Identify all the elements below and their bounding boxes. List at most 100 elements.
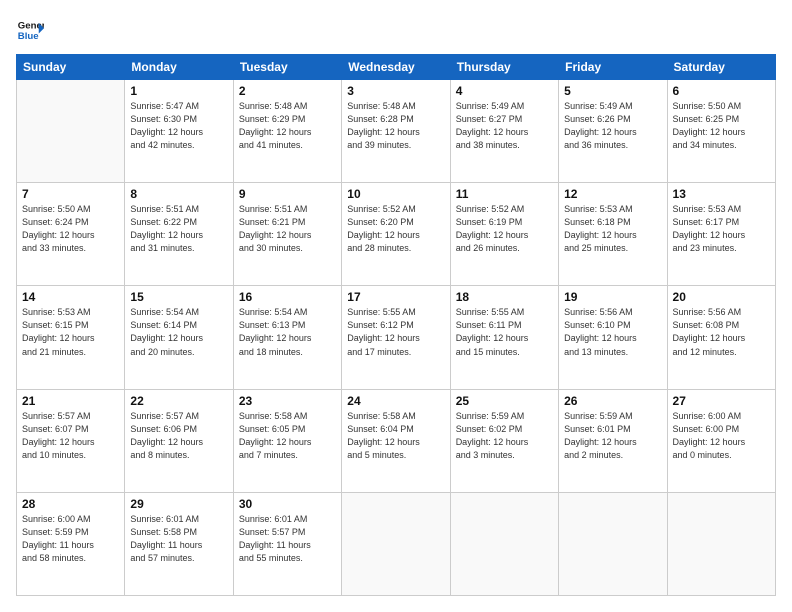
day-info: Sunrise: 5:47 AM Sunset: 6:30 PM Dayligh… [130,100,227,152]
day-info: Sunrise: 5:51 AM Sunset: 6:21 PM Dayligh… [239,203,336,255]
day-number: 24 [347,394,444,408]
day-info: Sunrise: 5:52 AM Sunset: 6:20 PM Dayligh… [347,203,444,255]
weekday-header-saturday: Saturday [667,55,775,80]
weekday-header-tuesday: Tuesday [233,55,341,80]
day-info: Sunrise: 5:53 AM Sunset: 6:17 PM Dayligh… [673,203,770,255]
calendar-cell: 17 Sunrise: 5:55 AM Sunset: 6:12 PM Dayli… [342,286,450,389]
calendar-week-row: 1 Sunrise: 5:47 AM Sunset: 6:30 PM Daylig… [17,80,776,183]
day-info: Sunrise: 5:50 AM Sunset: 6:25 PM Dayligh… [673,100,770,152]
day-number: 21 [22,394,119,408]
day-info: Sunrise: 5:48 AM Sunset: 6:28 PM Dayligh… [347,100,444,152]
day-number: 16 [239,290,336,304]
page: General Blue SundayMondayTuesdayWednesda… [0,0,792,612]
day-number: 28 [22,497,119,511]
calendar-cell [667,492,775,595]
calendar-cell: 22 Sunrise: 5:57 AM Sunset: 6:06 PM Dayli… [125,389,233,492]
day-info: Sunrise: 5:48 AM Sunset: 6:29 PM Dayligh… [239,100,336,152]
day-info: Sunrise: 5:57 AM Sunset: 6:07 PM Dayligh… [22,410,119,462]
calendar-cell: 19Sunrise: 5:56 AM Sunset: 6:10 PM Dayli… [559,286,667,389]
day-info: Sunrise: 5:53 AM Sunset: 6:18 PM Dayligh… [564,203,661,255]
day-number: 12 [564,187,661,201]
weekday-header-friday: Friday [559,55,667,80]
calendar-cell: 6 Sunrise: 5:50 AM Sunset: 6:25 PM Daylig… [667,80,775,183]
calendar-cell: 21 Sunrise: 5:57 AM Sunset: 6:07 PM Dayli… [17,389,125,492]
day-number: 4 [456,84,553,98]
header: General Blue [16,16,776,44]
day-info: Sunrise: 5:49 AM Sunset: 6:26 PM Dayligh… [564,100,661,152]
weekday-header-monday: Monday [125,55,233,80]
calendar-week-row: 14Sunrise: 5:53 AM Sunset: 6:15 PM Dayli… [17,286,776,389]
calendar-cell: 15 Sunrise: 5:54 AM Sunset: 6:14 PM Dayli… [125,286,233,389]
calendar-cell: 30 Sunrise: 6:01 AM Sunset: 5:57 PM Dayli… [233,492,341,595]
calendar-cell: 3 Sunrise: 5:48 AM Sunset: 6:28 PM Daylig… [342,80,450,183]
day-number: 9 [239,187,336,201]
calendar-cell [559,492,667,595]
day-info: Sunrise: 5:50 AM Sunset: 6:24 PM Dayligh… [22,203,119,255]
day-number: 20 [673,290,770,304]
day-info: Sunrise: 5:59 AM Sunset: 6:01 PM Dayligh… [564,410,661,462]
calendar-cell: 25 Sunrise: 5:59 AM Sunset: 6:02 PM Dayli… [450,389,558,492]
day-info: Sunrise: 5:58 AM Sunset: 6:04 PM Dayligh… [347,410,444,462]
day-info: Sunrise: 6:00 AM Sunset: 5:59 PM Dayligh… [22,513,119,565]
day-info: Sunrise: 6:01 AM Sunset: 5:57 PM Dayligh… [239,513,336,565]
day-info: Sunrise: 5:51 AM Sunset: 6:22 PM Dayligh… [130,203,227,255]
calendar-cell: 14Sunrise: 5:53 AM Sunset: 6:15 PM Dayli… [17,286,125,389]
day-info: Sunrise: 5:56 AM Sunset: 6:10 PM Dayligh… [564,306,661,358]
day-number: 2 [239,84,336,98]
day-number: 5 [564,84,661,98]
day-info: Sunrise: 5:59 AM Sunset: 6:02 PM Dayligh… [456,410,553,462]
day-info: Sunrise: 5:55 AM Sunset: 6:12 PM Dayligh… [347,306,444,358]
day-info: Sunrise: 5:54 AM Sunset: 6:14 PM Dayligh… [130,306,227,358]
day-number: 11 [456,187,553,201]
calendar-table: SundayMondayTuesdayWednesdayThursdayFrid… [16,54,776,596]
logo: General Blue [16,16,48,44]
calendar-cell: 8Sunrise: 5:51 AM Sunset: 6:22 PM Daylig… [125,183,233,286]
weekday-header-thursday: Thursday [450,55,558,80]
calendar-cell [450,492,558,595]
day-number: 26 [564,394,661,408]
calendar-week-row: 28 Sunrise: 6:00 AM Sunset: 5:59 PM Dayli… [17,492,776,595]
calendar-cell: 28 Sunrise: 6:00 AM Sunset: 5:59 PM Dayli… [17,492,125,595]
day-number: 30 [239,497,336,511]
calendar-cell: 10 Sunrise: 5:52 AM Sunset: 6:20 PM Dayli… [342,183,450,286]
calendar-cell: 9 Sunrise: 5:51 AM Sunset: 6:21 PM Daylig… [233,183,341,286]
calendar-cell: 16 Sunrise: 5:54 AM Sunset: 6:13 PM Dayli… [233,286,341,389]
calendar-week-row: 21 Sunrise: 5:57 AM Sunset: 6:07 PM Dayli… [17,389,776,492]
day-number: 25 [456,394,553,408]
svg-text:Blue: Blue [18,31,39,42]
calendar-cell: 26 Sunrise: 5:59 AM Sunset: 6:01 PM Dayli… [559,389,667,492]
day-info: Sunrise: 5:49 AM Sunset: 6:27 PM Dayligh… [456,100,553,152]
day-info: Sunrise: 5:54 AM Sunset: 6:13 PM Dayligh… [239,306,336,358]
weekday-header-sunday: Sunday [17,55,125,80]
calendar-cell: 11 Sunrise: 5:52 AM Sunset: 6:19 PM Dayli… [450,183,558,286]
day-info: Sunrise: 5:55 AM Sunset: 6:11 PM Dayligh… [456,306,553,358]
day-number: 17 [347,290,444,304]
calendar-cell: 23Sunrise: 5:58 AM Sunset: 6:05 PM Dayli… [233,389,341,492]
calendar-cell: 20 Sunrise: 5:56 AM Sunset: 6:08 PM Dayli… [667,286,775,389]
day-number: 1 [130,84,227,98]
day-info: Sunrise: 5:56 AM Sunset: 6:08 PM Dayligh… [673,306,770,358]
calendar-week-row: 7Sunrise: 5:50 AM Sunset: 6:24 PM Daylig… [17,183,776,286]
day-number: 15 [130,290,227,304]
calendar-cell: 13 Sunrise: 5:53 AM Sunset: 6:17 PM Dayli… [667,183,775,286]
calendar-cell: 29 Sunrise: 6:01 AM Sunset: 5:58 PM Dayli… [125,492,233,595]
day-number: 22 [130,394,227,408]
calendar-cell: 4 Sunrise: 5:49 AM Sunset: 6:27 PM Daylig… [450,80,558,183]
day-info: Sunrise: 5:52 AM Sunset: 6:19 PM Dayligh… [456,203,553,255]
day-info: Sunrise: 6:01 AM Sunset: 5:58 PM Dayligh… [130,513,227,565]
day-info: Sunrise: 5:58 AM Sunset: 6:05 PM Dayligh… [239,410,336,462]
calendar-cell [342,492,450,595]
day-number: 6 [673,84,770,98]
weekday-header-row: SundayMondayTuesdayWednesdayThursdayFrid… [17,55,776,80]
day-number: 29 [130,497,227,511]
day-number: 14 [22,290,119,304]
day-number: 18 [456,290,553,304]
calendar-cell: 27Sunrise: 6:00 AM Sunset: 6:00 PM Dayli… [667,389,775,492]
day-number: 13 [673,187,770,201]
day-info: Sunrise: 5:57 AM Sunset: 6:06 PM Dayligh… [130,410,227,462]
day-number: 3 [347,84,444,98]
day-number: 10 [347,187,444,201]
calendar-cell: 24 Sunrise: 5:58 AM Sunset: 6:04 PM Dayli… [342,389,450,492]
calendar-cell: 2 Sunrise: 5:48 AM Sunset: 6:29 PM Daylig… [233,80,341,183]
weekday-header-wednesday: Wednesday [342,55,450,80]
